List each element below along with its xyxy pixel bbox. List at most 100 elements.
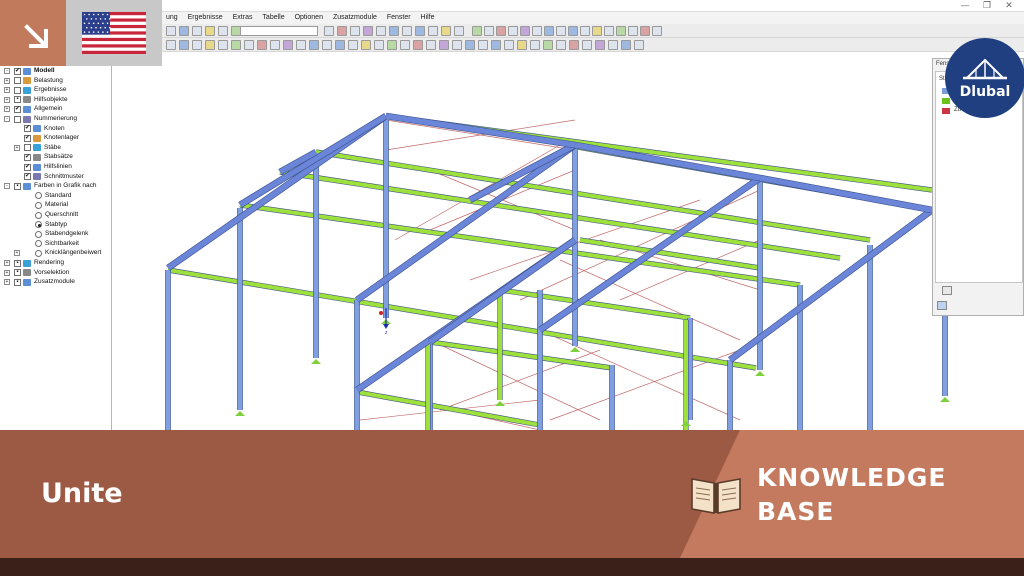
toolbar-button[interactable] [244, 40, 254, 50]
nav-item[interactable]: Stabtyp [0, 220, 110, 230]
toolbar-button[interactable] [452, 40, 462, 50]
nav-item[interactable]: Sichtbarkeit [0, 239, 110, 249]
menu-item-extras[interactable]: Extras [229, 12, 257, 23]
nav-item[interactable]: - ✔ Modell [0, 66, 110, 76]
color-mode-radio[interactable] [35, 201, 42, 209]
nav-checkbox[interactable] [14, 115, 21, 123]
nav-checkbox[interactable]: ✔ [24, 163, 31, 171]
nav-checkbox[interactable]: ▪ [14, 182, 21, 190]
nav-checkbox[interactable]: ▪ [14, 278, 21, 286]
toolbar-button[interactable] [454, 26, 464, 36]
nav-item[interactable]: ✔ Knotenlager [0, 133, 110, 143]
nav-checkbox[interactable]: ▪ [14, 96, 21, 104]
toolbar-button[interactable] [491, 40, 501, 50]
nav-checkbox[interactable] [14, 86, 21, 94]
toolbar-button[interactable] [231, 40, 241, 50]
tree-expander[interactable]: + [4, 269, 10, 276]
nav-item[interactable]: + Stäbe [0, 143, 110, 153]
purlin-member[interactable] [429, 340, 613, 370]
toolbar-button[interactable] [415, 26, 425, 36]
toolbar-button[interactable] [205, 40, 215, 50]
toolbar-button[interactable] [595, 40, 605, 50]
toolbar-button[interactable] [441, 26, 451, 36]
toolbar-button[interactable] [400, 40, 410, 50]
nav-checkbox[interactable]: ✔ [14, 105, 21, 113]
purlin-member[interactable] [356, 390, 541, 427]
menu-item-results[interactable]: Ergebnisse [184, 12, 227, 23]
toolbar-button[interactable] [166, 40, 176, 50]
nav-checkbox[interactable]: ✔ [24, 173, 31, 181]
panel-options-button[interactable] [942, 286, 952, 295]
nav-checkbox[interactable]: ✔ [14, 67, 21, 75]
toolbar-button[interactable] [179, 40, 189, 50]
toolbar-button[interactable] [426, 40, 436, 50]
toolbar-button[interactable] [568, 26, 578, 36]
toolbar-button[interactable] [361, 40, 371, 50]
toolbar-button[interactable] [580, 26, 590, 36]
toolbar-button[interactable] [592, 26, 602, 36]
panel-toggle-button[interactable] [937, 301, 947, 310]
support-marker[interactable] [681, 421, 691, 426]
model-viewport[interactable]: z [113, 52, 1024, 431]
menu-item-options[interactable]: Optionen [291, 12, 327, 23]
minimize-button[interactable]: — [955, 0, 975, 12]
toolbar-button[interactable] [517, 40, 527, 50]
toolbar-button[interactable] [335, 40, 345, 50]
tree-expander[interactable]: + [4, 279, 10, 286]
rafter-member[interactable] [759, 175, 933, 213]
toolbar-button[interactable] [569, 40, 579, 50]
toolbar-button[interactable] [192, 40, 202, 50]
us-flag-icon[interactable] [82, 12, 146, 54]
support-marker[interactable] [570, 347, 580, 352]
toolbar-button[interactable] [296, 40, 306, 50]
tree-expander[interactable]: + [4, 96, 10, 103]
nav-item[interactable]: + ▪ Vorselektion [0, 268, 110, 278]
color-mode-radio[interactable] [35, 230, 42, 238]
nav-item[interactable]: ✔ Knoten [0, 124, 110, 134]
tree-expander[interactable]: + [14, 144, 20, 151]
toolbar-button[interactable] [520, 26, 530, 36]
close-button[interactable]: ✕ [999, 0, 1019, 12]
nav-item[interactable]: Stabendgelenk [0, 229, 110, 239]
nav-item[interactable]: ✔ Hilfslinien [0, 162, 110, 172]
toolbar-button[interactable] [478, 40, 488, 50]
nav-item[interactable]: ✔ Stabsätze [0, 152, 110, 162]
nav-item[interactable]: - Nummerierung [0, 114, 110, 124]
toolbar-button[interactable] [324, 26, 334, 36]
purlin-member[interactable] [279, 170, 841, 260]
nav-item[interactable]: + ▪ Rendering [0, 258, 110, 268]
tree-expander[interactable]: + [14, 250, 20, 257]
color-mode-radio[interactable] [35, 211, 42, 219]
toolbar-button[interactable] [544, 26, 554, 36]
tree-expander[interactable]: + [4, 87, 10, 94]
toolbar-button[interactable] [350, 26, 360, 36]
tree-expander[interactable]: + [4, 77, 10, 84]
toolbar-button[interactable] [218, 40, 228, 50]
loadcase-combo[interactable] [236, 26, 318, 36]
tree-expander[interactable]: - [4, 183, 10, 190]
toolbar-button[interactable] [621, 40, 631, 50]
toolbar-button[interactable] [465, 40, 475, 50]
nav-checkbox[interactable]: ✔ [24, 153, 31, 161]
nav-item[interactable]: + Knicklängenbeiwert [0, 248, 110, 258]
toolbar-button[interactable] [439, 40, 449, 50]
nav-checkbox[interactable]: ▪ [14, 269, 21, 277]
toolbar-button[interactable] [205, 26, 215, 36]
rafter-member[interactable] [385, 113, 576, 148]
menu-item-insert[interactable]: ung [162, 12, 182, 23]
color-mode-radio[interactable] [35, 249, 42, 257]
toolbar-button[interactable] [556, 40, 566, 50]
nav-checkbox[interactable]: ✔ [24, 134, 31, 142]
nav-item[interactable]: + Ergebnisse [0, 85, 110, 95]
restore-button[interactable]: ❐ [977, 0, 997, 12]
toolbar-button[interactable] [363, 26, 373, 36]
toolbar-button[interactable] [337, 26, 347, 36]
bracing-member[interactable] [539, 329, 741, 421]
nav-item[interactable]: + ▪ Hilfsobjekte [0, 95, 110, 105]
toolbar-button[interactable] [283, 40, 293, 50]
toolbar-button[interactable] [530, 40, 540, 50]
support-marker[interactable] [940, 397, 950, 402]
tree-expander[interactable]: - [4, 68, 10, 74]
toolbar-button[interactable] [231, 26, 241, 36]
toolbar-button[interactable] [428, 26, 438, 36]
